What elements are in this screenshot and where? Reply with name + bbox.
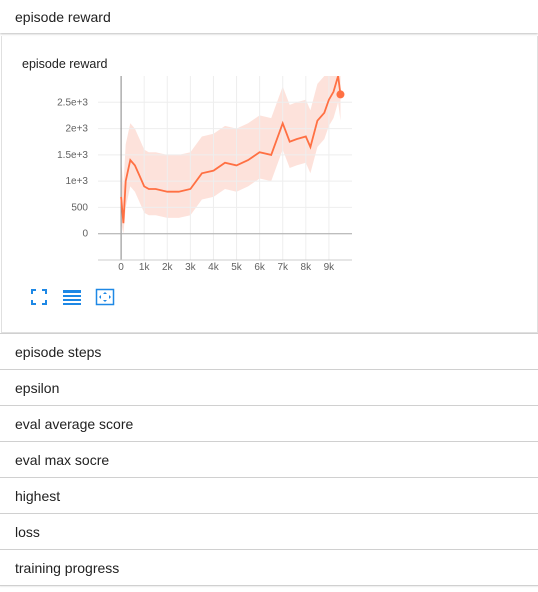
row-label: eval average score [15, 415, 134, 432]
row-label: epsilon [15, 379, 60, 396]
y-tick-label: 1.5e+3 [57, 150, 88, 161]
row-label: episode steps [15, 343, 102, 360]
y-tick-label: 2e+3 [65, 124, 88, 135]
y-tick-label: 2.5e+3 [57, 97, 88, 108]
y-tick-label: 0 [82, 229, 88, 240]
row-label: training progress [15, 559, 120, 576]
tag-list: episode steps epsilon eval average score… [0, 333, 538, 586]
series-end-point [336, 90, 345, 99]
y-tick-label: 500 [71, 202, 88, 213]
x-tick-label: 9k [324, 262, 336, 273]
chart-card: episode reward 0 1k 2k 3k 4k 5k 6k 7k 8k 9k 0 500 1e… [1, 36, 538, 333]
row-loss[interactable]: loss [0, 514, 538, 550]
data-table-icon[interactable] [62, 287, 82, 307]
row-epsilon[interactable]: epsilon [0, 370, 538, 406]
row-eval-max-socre[interactable]: eval max socre [0, 442, 538, 478]
row-highest[interactable]: highest [0, 478, 538, 514]
row-label: loss [15, 523, 40, 540]
fit-domain-icon[interactable] [95, 287, 115, 307]
x-tick-label: 5k [231, 262, 243, 273]
y-tick-label: 1e+3 [65, 176, 88, 187]
x-tick-label: 1k [139, 262, 151, 273]
x-tick-label: 2k [162, 262, 174, 273]
chart-toolbar [29, 287, 115, 307]
x-tick-label: 8k [301, 262, 313, 273]
row-eval-average-score[interactable]: eval average score [0, 406, 538, 442]
section-header-episode-reward[interactable]: episode reward [0, 0, 538, 33]
x-tick-label: 4k [208, 262, 220, 273]
row-training-progress[interactable]: training progress [0, 550, 538, 586]
row-episode-steps[interactable]: episode steps [0, 333, 538, 370]
row-label: eval max socre [15, 451, 110, 468]
chart-title: episode reward [22, 57, 108, 71]
x-tick-label: 7k [277, 262, 289, 273]
episode-reward-chart[interactable]: 0 1k 2k 3k 4k 5k 6k 7k 8k 9k 0 500 1e+3 1.5e+3 2e+3 2.5… [2, 76, 362, 281]
x-tick-label: 0 [118, 262, 124, 273]
row-label: highest [15, 487, 61, 504]
section-title: episode reward [15, 8, 111, 25]
x-tick-label: 6k [254, 262, 266, 273]
x-tick-label: 3k [185, 262, 197, 273]
fullscreen-icon[interactable] [29, 287, 49, 307]
